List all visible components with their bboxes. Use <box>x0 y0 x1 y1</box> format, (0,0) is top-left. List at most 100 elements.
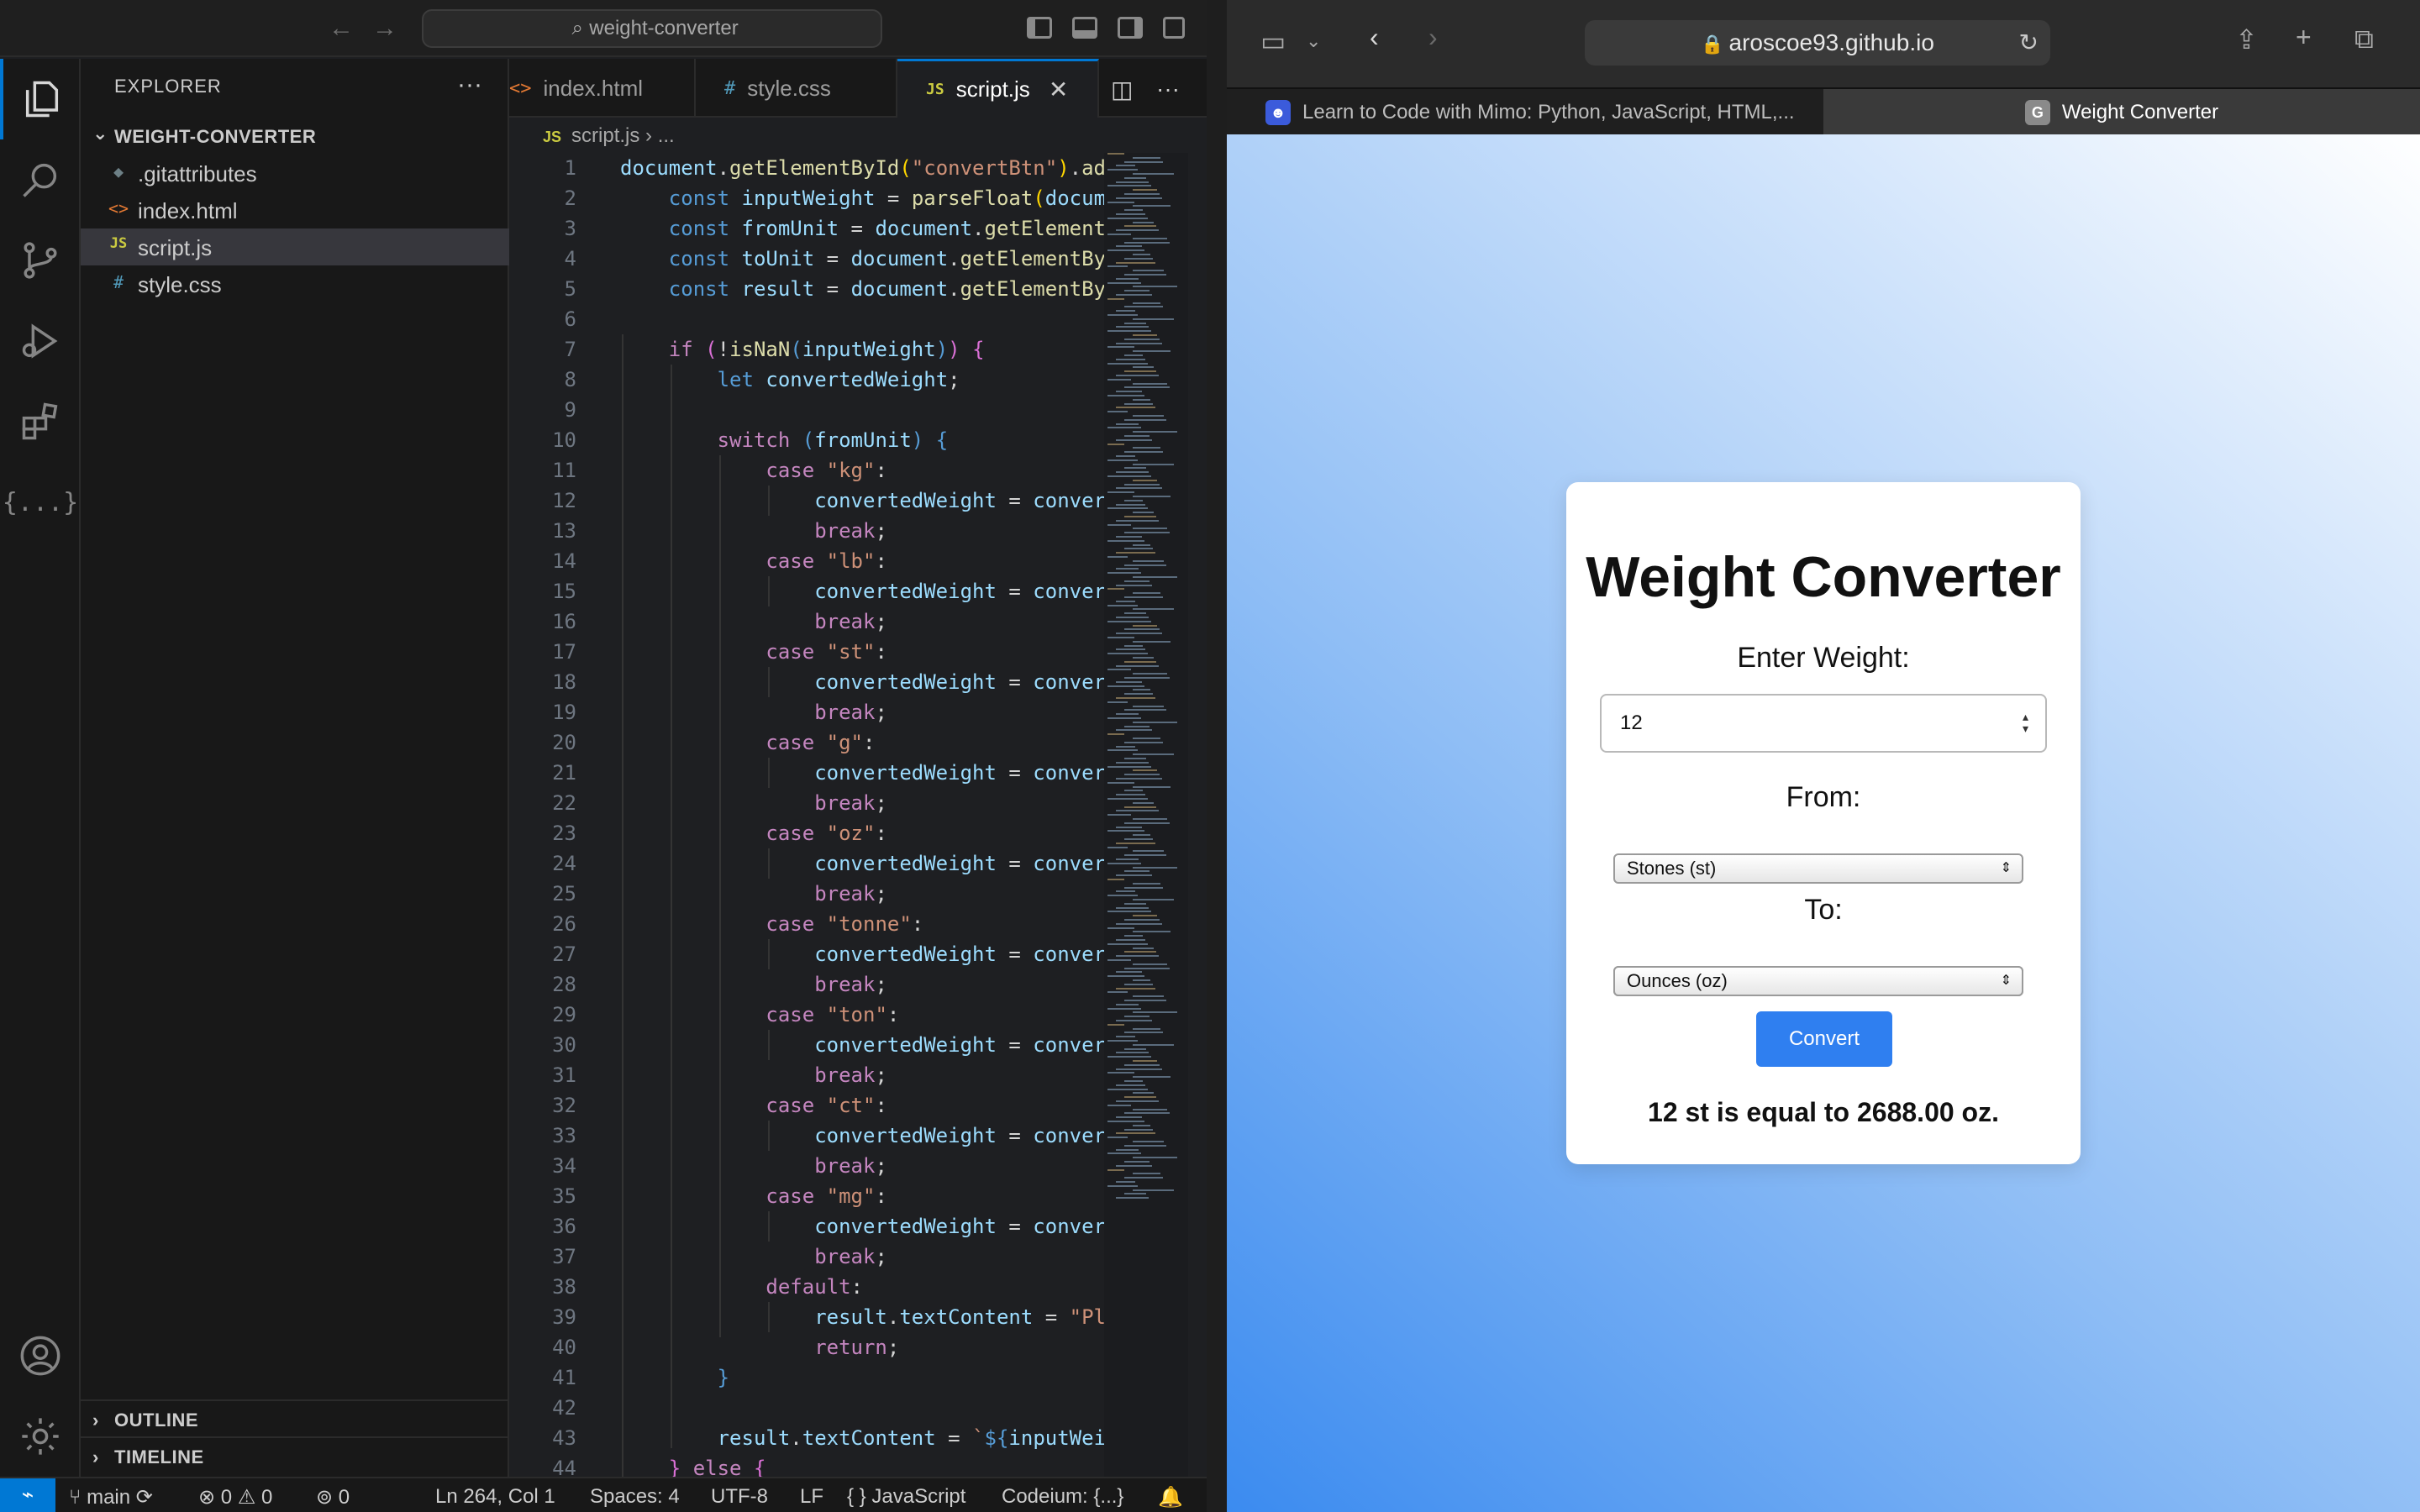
outline-section[interactable]: › OUTLINE <box>81 1399 509 1436</box>
tab-index-html[interactable]: <> index.html <box>509 59 696 118</box>
code-line[interactable]: 24 convertedWeight = conver <box>509 848 1104 879</box>
code-line[interactable]: 30 convertedWeight = conver <box>509 1030 1104 1060</box>
code-line[interactable]: 17 case "st": <box>509 637 1104 667</box>
code-line[interactable]: 35 case "mg": <box>509 1181 1104 1211</box>
code-line[interactable]: 12 convertedWeight = conver <box>509 486 1104 516</box>
command-center-search[interactable]: ⌕ weight-converter <box>422 9 882 48</box>
minimap[interactable] <box>1104 153 1188 1477</box>
code-line[interactable]: 2 const inputWeight = parseFloat(docum <box>509 183 1104 213</box>
code-line[interactable]: 23 case "oz": <box>509 818 1104 848</box>
breadcrumb-file[interactable]: script.js <box>571 124 639 147</box>
code-line[interactable]: 32 case "ct": <box>509 1090 1104 1121</box>
code-editor[interactable]: 1 document.getElementById("convertBtn").a… <box>509 153 1104 1477</box>
code-line[interactable]: 25 break; <box>509 879 1104 909</box>
sidebar-toggle-icon[interactable]: ▭ <box>1260 25 1286 57</box>
bell-icon[interactable]: 🔔 <box>1158 1485 1183 1509</box>
back-arrow-icon[interactable]: ← <box>324 12 358 45</box>
code-line[interactable]: 33 convertedWeight = conver <box>509 1121 1104 1151</box>
code-line[interactable]: 18 convertedWeight = conver <box>509 667 1104 697</box>
code-line[interactable]: 37 break; <box>509 1242 1104 1272</box>
code-line[interactable]: 20 case "g": <box>509 727 1104 758</box>
code-line[interactable]: 1 document.getElementById("convertBtn").a… <box>509 153 1104 183</box>
code-line[interactable]: 29 case "ton": <box>509 1000 1104 1030</box>
ports-indicator[interactable]: ⊚ 0 <box>316 1485 350 1509</box>
code-line[interactable]: 15 convertedWeight = conver <box>509 576 1104 606</box>
account-icon[interactable] <box>0 1315 81 1396</box>
tab-style-css[interactable]: # style.css <box>696 59 897 118</box>
problems-indicator[interactable]: ⊗ 0 ⚠ 0 <box>198 1485 272 1509</box>
code-line[interactable]: 31 break; <box>509 1060 1104 1090</box>
code-line[interactable]: 21 convertedWeight = conver <box>509 758 1104 788</box>
file-style-css[interactable]: # style.css <box>81 265 509 302</box>
tab-weight-converter[interactable]: G Weight Converter <box>1823 89 2420 136</box>
editor-more-icon[interactable]: ··· <box>1156 76 1180 102</box>
customize-layout-icon[interactable] <box>1163 17 1185 39</box>
code-line[interactable]: 42 <box>509 1393 1104 1423</box>
chevron-down-icon[interactable]: ⌄ <box>1306 30 1321 52</box>
code-line[interactable]: 8 let convertedWeight; <box>509 365 1104 395</box>
code-line[interactable]: 13 break; <box>509 516 1104 546</box>
code-line[interactable]: 36 convertedWeight = conver <box>509 1211 1104 1242</box>
file-gitattributes[interactable]: ◆ .gitattributes <box>81 155 509 192</box>
language-mode[interactable]: { } JavaScript <box>847 1485 965 1509</box>
forward-arrow-icon[interactable]: → <box>368 12 402 45</box>
toggle-secondary-sidebar-icon[interactable] <box>1118 17 1143 39</box>
code-line[interactable]: 10 switch (fromUnit) { <box>509 425 1104 455</box>
breadcrumb-rest[interactable]: ... <box>658 124 675 147</box>
cursor-position[interactable]: Ln 264, Col 1 <box>435 1485 555 1509</box>
code-line[interactable]: 43 result.textContent = `${inputWei <box>509 1423 1104 1453</box>
end-of-line[interactable]: LF <box>800 1485 823 1509</box>
code-line[interactable]: 40 return; <box>509 1332 1104 1362</box>
split-editor-icon[interactable]: ◫ <box>1111 76 1133 103</box>
code-line[interactable]: 6 <box>509 304 1104 334</box>
file-script-js[interactable]: JS script.js <box>81 228 509 265</box>
timeline-section[interactable]: › TIMELINE <box>81 1436 509 1473</box>
code-line[interactable]: 4 const toUnit = document.getElementBy <box>509 244 1104 274</box>
code-line[interactable]: 11 case "kg": <box>509 455 1104 486</box>
branch-indicator[interactable]: ⑂ main ⟳ <box>69 1485 153 1509</box>
code-line[interactable]: 38 default: <box>509 1272 1104 1302</box>
number-stepper-icon[interactable]: ▴ ▾ <box>2023 711 2028 734</box>
convert-button[interactable]: Convert <box>1756 1011 1892 1067</box>
code-line[interactable]: 34 break; <box>509 1151 1104 1181</box>
encoding[interactable]: UTF-8 <box>711 1485 768 1509</box>
code-line[interactable]: 9 <box>509 395 1104 425</box>
code-line[interactable]: 16 break; <box>509 606 1104 637</box>
close-tab-icon[interactable]: ✕ <box>1049 76 1068 103</box>
code-line[interactable]: 41 } <box>509 1362 1104 1393</box>
code-line[interactable]: 44 } else { <box>509 1453 1104 1477</box>
code-line[interactable]: 28 break; <box>509 969 1104 1000</box>
code-line[interactable]: 22 break; <box>509 788 1104 818</box>
code-line[interactable]: 3 const fromUnit = document.getElement <box>509 213 1104 244</box>
address-bar[interactable]: 🔒 aroscoe93.github.io ↻ <box>1585 20 2050 66</box>
toggle-panel-icon[interactable] <box>1072 17 1097 39</box>
indentation[interactable]: Spaces: 4 <box>590 1485 680 1509</box>
remote-icon[interactable]: ⌁ <box>0 1478 55 1512</box>
weight-input[interactable]: 12 ▴ ▾ <box>1600 694 2047 753</box>
share-icon[interactable]: ⇪ <box>2235 24 2258 55</box>
tab-mimo[interactable]: ☻ Learn to Code with Mimo: Python, JavaS… <box>1265 89 1795 136</box>
code-line[interactable]: 14 case "lb": <box>509 546 1104 576</box>
reload-icon[interactable]: ↻ <box>2019 20 2039 66</box>
new-tab-plus-icon[interactable]: + <box>2296 22 2312 53</box>
back-icon[interactable]: ‹ <box>1370 22 1379 53</box>
codeium-status[interactable]: Codeium: {...} <box>1002 1485 1123 1509</box>
extensions-icon[interactable] <box>0 381 81 462</box>
code-line[interactable]: 26 case "tonne": <box>509 909 1104 939</box>
to-select[interactable]: Ounces (oz) ⇕ <box>1613 966 2023 996</box>
tab-script-js[interactable]: JS script.js ✕ <box>897 59 1099 118</box>
pane-divider[interactable] <box>1207 0 1227 1512</box>
tab-overview-icon[interactable]: ⧉ <box>2354 24 2374 55</box>
code-line[interactable]: 5 const result = document.getElementBy <box>509 274 1104 304</box>
run-debug-icon[interactable] <box>0 301 81 381</box>
forward-icon[interactable]: › <box>1428 22 1438 53</box>
search-icon[interactable] <box>0 139 81 220</box>
explorer-icon[interactable] <box>0 59 81 139</box>
file-index-html[interactable]: <> index.html <box>81 192 509 228</box>
explorer-more-icon[interactable]: ··· <box>457 71 482 99</box>
from-select[interactable]: Stones (st) ⇕ <box>1613 853 2023 884</box>
code-line[interactable]: 39 result.textContent = "Pl <box>509 1302 1104 1332</box>
settings-gear-icon[interactable] <box>0 1396 81 1477</box>
code-line[interactable]: 7 if (!isNaN(inputWeight)) { <box>509 334 1104 365</box>
json-braces-icon[interactable]: {...} <box>0 462 81 543</box>
